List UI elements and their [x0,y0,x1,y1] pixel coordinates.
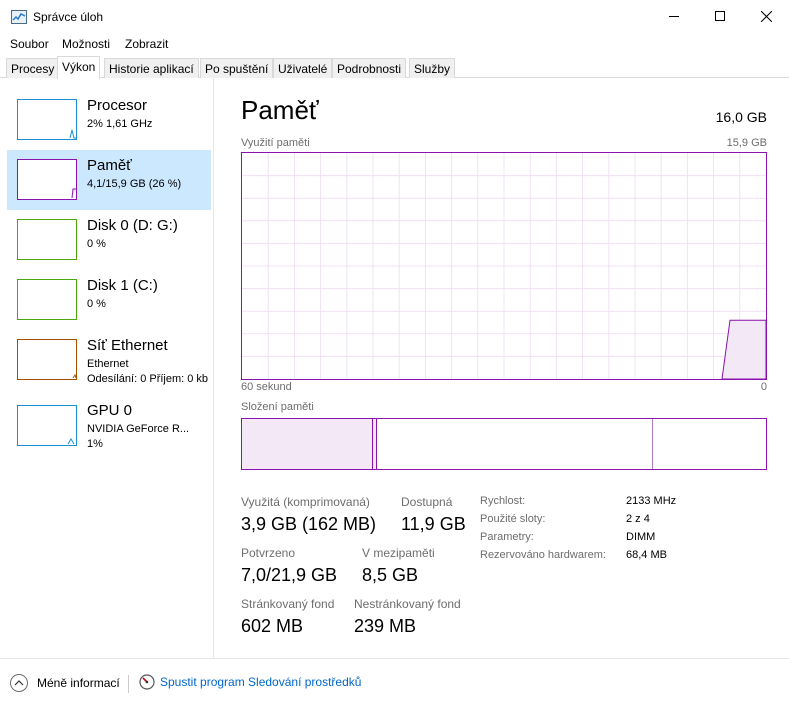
tab-startup[interactable]: Po spuštění [200,58,274,78]
sidebar-item-disk-1[interactable]: Disk 1 (C:) 0 % [7,270,211,330]
sidebar-item-throughput: Odesílání: 0 Příjem: 0 kb [87,373,209,385]
paged-pool-label: Stránkovaný fond [241,597,335,611]
sidebar-item-title: Paměť [87,157,132,174]
disk-1-thumbnail [17,279,77,320]
composition-label: Složení paměti [241,401,314,413]
sidebar-item-cpu[interactable]: Procesor 2% 1,61 GHz [7,90,211,150]
maximize-button[interactable] [697,0,743,32]
sidebar-item-disk-0[interactable]: Disk 0 (D: G:) 0 % [7,210,211,270]
composition-modified [373,419,377,469]
available-value: 11,9 GB [401,514,466,534]
sidebar-item-subtitle: 0 % [87,238,106,250]
form-factor-value: DIMM [626,531,656,543]
tab-app-history[interactable]: Historie aplikací [104,58,199,78]
resource-monitor-link[interactable]: Spustit program Sledování prostředků [139,674,361,690]
sidebar-item-subtitle: 4,1/15,9 GB (26 %) [87,178,182,190]
memory-usage-graph [241,152,767,380]
slots-value: 2 z 4 [626,513,650,525]
sidebar-item-gpu[interactable]: GPU 0 NVIDIA GeForce R... 1% [7,396,211,456]
footer-bar: Méně informací Spustit program Sledování… [0,658,789,712]
usage-trace [721,319,766,379]
cpu-thumbnail [17,99,77,140]
close-button[interactable] [743,0,789,32]
tab-performance[interactable]: Výkon [57,56,101,79]
in-use-label: Využitá (komprimovaná) [241,495,370,509]
graph-time-left: 60 sekund [241,381,292,393]
sidebar-item-ethernet[interactable]: Síť Ethernet Ethernet Odesílání: 0 Příje… [7,330,211,390]
disk-0-thumbnail [17,219,77,260]
cached-label: V mezipaměti [362,546,435,560]
paged-pool-value: 602 MB [241,616,304,636]
tab-strip: Procesy Výkon Historie aplikací Po spušt… [0,56,789,79]
hw-reserved-key: Rezervováno hardwarem: [480,549,606,561]
total-memory: 16,0 GB [715,109,767,125]
sidebar-item-usage: 1% [87,438,103,450]
ethernet-thumbnail [17,339,77,380]
footer-separator [128,675,129,693]
speed-value: 2133 MHz [626,495,677,507]
menu-options[interactable]: Možnosti [62,37,110,51]
resource-sidebar: Procesor 2% 1,61 GHz Paměť 4,1/15,9 GB (… [0,78,214,658]
available-label: Dostupná [401,495,453,509]
menu-bar: Soubor Možnosti Zobrazit [0,34,789,54]
fewer-details-button[interactable]: Méně informací [10,674,120,692]
tab-services[interactable]: Služby [409,58,456,78]
menu-file[interactable]: Soubor [10,37,49,51]
gpu-thumbnail [17,405,77,446]
nonpaged-pool-label: Nestránkovaný fond [354,597,461,611]
maximize-icon [715,11,725,21]
speed-key: Rychlost: [480,495,526,507]
sidebar-item-subtitle: 2% 1,61 GHz [87,118,153,130]
title-bar: Správce úloh [0,0,789,34]
resource-monitor-label: Spustit program Sledování prostředků [160,675,362,689]
composition-in-use [242,419,373,469]
sidebar-item-subtitle: 0 % [87,298,106,310]
fewer-details-label: Méně informací [37,676,120,690]
sidebar-item-title: Disk 1 (C:) [87,277,158,294]
sidebar-item-title: Disk 0 (D: G:) [87,217,178,234]
chevron-up-icon [10,674,28,692]
performance-content: Procesor 2% 1,61 GHz Paměť 4,1/15,9 GB (… [0,78,789,658]
usage-graph-label: Využití paměti [241,137,310,149]
sidebar-item-title: Procesor [87,97,148,114]
graph-time-right: 0 [760,381,767,393]
usage-graph-max: 15,9 GB [726,137,767,149]
resource-monitor-icon [139,674,155,690]
sidebar-item-subtitle: Ethernet [87,358,129,370]
menu-view[interactable]: Zobrazit [125,37,168,51]
usage-graph-svg [242,153,766,379]
nonpaged-pool-value: 239 MB [354,616,417,636]
memory-composition-bar [241,418,767,470]
sidebar-item-title: Síť Ethernet [87,337,168,354]
in-use-value: 3,9 GB (162 MB) [241,514,377,534]
memory-thumbnail [17,159,77,200]
tab-users[interactable]: Uživatelé [273,58,333,78]
cached-value: 8,5 GB [362,565,419,585]
task-manager-icon [11,10,27,24]
close-icon [760,10,772,22]
form-factor-key: Parametry: [480,531,534,543]
tab-processes[interactable]: Procesy [6,58,60,78]
sidebar-item-memory[interactable]: Paměť 4,1/15,9 GB (26 %) [7,150,211,210]
slots-key: Použité sloty: [480,513,546,525]
page-title: Paměť [241,95,319,125]
composition-standby-divider [652,419,653,469]
tab-details[interactable]: Podrobnosti [332,58,407,78]
hw-reserved-value: 68,4 MB [626,549,667,561]
minimize-button[interactable] [651,0,697,32]
minimize-icon [669,15,679,17]
sidebar-item-subtitle: NVIDIA GeForce R... [87,423,190,435]
memory-detail-pane: Paměť 16,0 GB Využití paměti 15,9 GB 60 … [241,78,767,658]
window-title: Správce úloh [33,10,104,24]
sidebar-item-title: GPU 0 [87,402,133,419]
committed-value: 7,0/21,9 GB [241,565,338,585]
committed-label: Potvrzeno [241,546,296,560]
